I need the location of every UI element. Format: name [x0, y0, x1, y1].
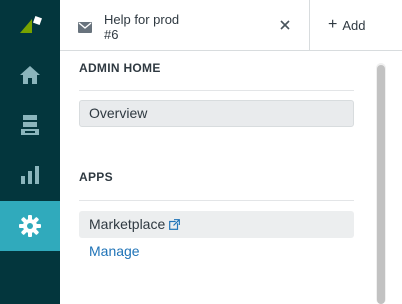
- section-title-admin-home: ADMIN HOME: [79, 61, 161, 75]
- mail-icon: [78, 20, 92, 38]
- external-link-icon: [169, 212, 181, 239]
- tab-bar: Help for prod #6 + Add: [60, 0, 402, 51]
- admin-nav-panel: ADMIN HOME Overview APPS Marketplace Man…: [60, 51, 402, 304]
- zendesk-logo-icon[interactable]: [0, 0, 60, 50]
- ticket-tab-title: Help for prod: [104, 12, 180, 27]
- close-icon[interactable]: [278, 17, 292, 33]
- scrollbar-thumb[interactable]: [377, 65, 385, 304]
- ticket-tab-number: #6: [104, 27, 119, 42]
- nav-item-marketplace-label: Marketplace: [89, 216, 166, 232]
- views-icon[interactable]: [0, 100, 60, 150]
- divider: [79, 90, 354, 91]
- nav-item-manage[interactable]: Manage: [79, 238, 354, 265]
- home-icon[interactable]: [0, 50, 60, 100]
- ticket-tab[interactable]: Help for prod #6: [60, 0, 310, 51]
- add-button[interactable]: + Add: [328, 17, 365, 33]
- add-button-label: Add: [342, 17, 366, 33]
- divider: [79, 200, 354, 201]
- nav-item-overview[interactable]: Overview: [79, 100, 354, 127]
- nav-item-marketplace[interactable]: Marketplace: [79, 211, 354, 238]
- reports-icon[interactable]: [0, 150, 60, 200]
- section-title-apps: APPS: [79, 170, 113, 184]
- nav-rail: [0, 0, 60, 304]
- plus-icon: +: [328, 16, 338, 33]
- gear-icon[interactable]: [0, 201, 60, 251]
